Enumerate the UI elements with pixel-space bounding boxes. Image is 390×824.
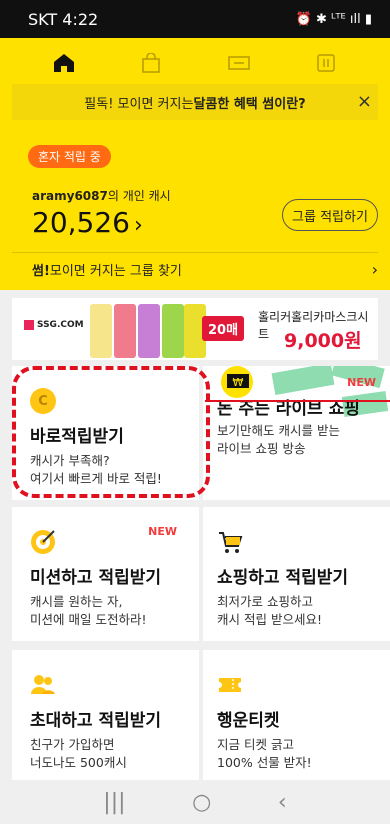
group-save-button[interactable]: 그룹 적립하기 [282,199,378,231]
card-title: 쇼핑하고 적립받기 [217,568,349,588]
user-id: aramy6087 [32,189,108,203]
tab-coupon[interactable] [209,43,269,83]
annotation-arrow [205,400,390,402]
card-desc: 너도나도 500캐시 [30,755,127,770]
card-desc: 최저가로 쇼핑하고 [217,594,313,609]
status-indicators: ⏰ ✱ ᴸᵀᴱ ıll ▮ [295,11,372,27]
friends-icon [31,675,55,694]
card-title: 돈 주는 라이브 쇼핑 [217,399,360,419]
find-group-text: 모이면 커지는 그룹 찾기 [49,264,182,279]
coin-icon: C [30,388,56,414]
recent-apps-button[interactable]: ||| [103,790,125,815]
chevron-right-icon: › [133,213,143,238]
tab-bar [0,38,390,88]
system-nav-bar: ||| ○ ‹ [0,780,390,824]
ad-logo: SSG.COM [24,320,84,330]
home-button[interactable]: ○ [192,790,211,815]
card-desc: 캐시 적립 받으세요! [217,612,322,627]
cash-amount[interactable]: 20,526 › [32,206,143,239]
cart-icon [219,532,243,553]
tab-shopping[interactable] [121,43,181,83]
status-time: SKT 4:22 [28,9,99,29]
mask-pack-image [162,304,184,358]
cash-value: 20,526 [32,206,130,239]
card-invite[interactable]: 초대하고 적립받기 친구가 가입하면 너도나도 500캐시 [12,650,199,784]
ad-price: 9,000원 [284,330,362,352]
ssg-logo-icon [24,320,34,330]
card-desc: 지금 티켓 긁고 [217,737,294,752]
card-title: 미션하고 적립받기 [30,568,162,588]
card-desc: 라이브 쇼핑 방송 [217,441,306,456]
card-mission[interactable]: NEW 미션하고 적립받기 캐시를 원하는 자, 미션에 매일 도전하라! [12,507,199,641]
card-desc: 여기서 빠르게 바로 적립! [30,471,162,486]
coupon-icon [228,56,250,70]
find-group-link[interactable]: 썸! 모이면 커지는 그룹 찾기 › [12,252,378,286]
card-desc: 캐시를 원하는 자, [30,594,123,609]
new-badge: NEW [148,525,177,538]
shopping-bag-icon [142,53,160,73]
back-button[interactable]: ‹ [278,790,287,815]
close-icon[interactable]: × [357,91,372,112]
card-shopping[interactable]: 쇼핑하고 적립받기 최저가로 쇼핑하고 캐시 적립 받으세요! [203,507,390,641]
svg-text:₩: ₩ [233,376,244,389]
tab-receipt[interactable] [296,43,356,83]
user-cash-suffix: 의 개인 캐시 [107,189,171,203]
status-badge: 혼자 적립 중 [28,145,111,168]
mask-pack-image [138,304,160,358]
receipt-icon [317,54,335,72]
mask-pack-image [90,304,112,358]
ad-banner[interactable]: SSG.COM 20매 홀리커홀리카마스크시트 9,000원 [12,298,378,360]
card-desc: 캐시가 부족해? [30,453,110,468]
card-title: 행운티켓 [217,711,280,731]
banner-prefix: 필독! 모이면 커지는 [84,96,194,112]
user-cash-label: aramy6087의 개인 캐시 [32,187,171,204]
ticket-icon [219,678,241,692]
ad-logo-text: SSG.COM [37,320,84,330]
card-desc: 100% 선물 받자! [217,755,312,770]
card-desc: 미션에 매일 도전하라! [30,612,147,627]
chevron-right-icon: › [371,260,378,279]
info-banner[interactable]: 필독! 모이면 커지는 달콤한 혜택 썸이란? × [12,84,378,120]
card-instant-save[interactable]: C 바로적립받기 캐시가 부족해? 여기서 빠르게 바로 적립! [12,366,199,500]
status-bar: SKT 4:22 ⏰ ✱ ᴸᵀᴱ ıll ▮ [0,0,390,38]
banner-highlight: 달콤한 혜택 썸이란? [193,96,306,112]
money-decoration [271,366,335,396]
ad-quantity-badge: 20매 [202,316,245,341]
tab-home[interactable] [34,43,94,83]
card-desc: 보기만해도 캐시를 받는 [217,423,340,438]
mask-pack-image [114,304,136,358]
card-lucky-ticket[interactable]: 행운티켓 지금 티켓 긁고 100% 선물 받자! [203,650,390,784]
find-group-emphasis: 썸! [32,264,50,279]
card-title: 초대하고 적립받기 [30,711,162,731]
home-icon [53,54,74,72]
card-live-shopping[interactable]: ₩ NEW 돈 주는 라이브 쇼핑 보기만해도 캐시를 받는 라이브 쇼핑 방송 [203,366,390,500]
target-icon [31,530,55,554]
card-title: 바로적립받기 [30,427,124,447]
new-badge: NEW [347,376,376,389]
card-desc: 친구가 가입하면 [30,737,115,752]
